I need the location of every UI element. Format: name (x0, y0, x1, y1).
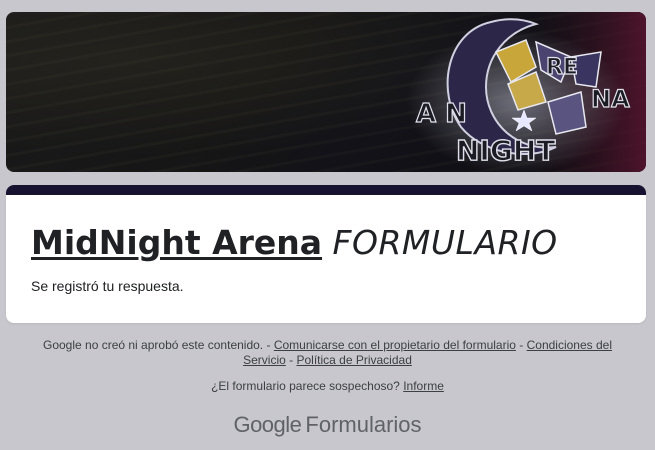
contact-owner-link[interactable]: Comunicarse con el propietario del formu… (274, 338, 516, 352)
svg-text:A N: A N (416, 99, 467, 129)
card-accent-bar (6, 185, 646, 195)
svg-text:NIGHT: NIGHT (456, 134, 555, 167)
separator: - (285, 353, 297, 367)
header-banner: A N NA RE NIGHT (6, 12, 646, 172)
google-forms-brand[interactable]: Google Formularios (0, 412, 655, 438)
form-title-brand: MidNight Arena (31, 223, 323, 262)
form-title: MidNight Arena FORMULARIO (31, 223, 558, 262)
form-title-suffix: FORMULARIO (332, 223, 558, 262)
privacy-link[interactable]: Política de Privacidad (296, 353, 411, 367)
separator: - (263, 338, 274, 352)
forms-wordmark: Formularios (305, 412, 422, 437)
report-link[interactable]: Informe (403, 379, 444, 393)
suspicious-text: ¿El formulario parece sospechoso? (211, 379, 400, 393)
midnight-arena-logo: A N NA RE NIGHT (406, 12, 646, 172)
confirmation-message: Se registró tu respuesta. (31, 278, 184, 294)
google-wordmark: Google (233, 412, 302, 437)
footer: Google no creó ni aprobó este contenido.… (0, 338, 655, 394)
separator: - (515, 338, 527, 352)
report-line: ¿El formulario parece sospechoso? Inform… (0, 379, 655, 394)
svg-text:RE: RE (546, 55, 578, 80)
confirmation-card: MidNight Arena FORMULARIO Se registró tu… (6, 185, 646, 323)
disclaimer-text: Google no creó ni aprobó este contenido. (42, 338, 264, 352)
svg-text:NA: NA (591, 85, 630, 113)
footer-disclaimer: Google no creó ni aprobó este contenido.… (38, 338, 618, 368)
